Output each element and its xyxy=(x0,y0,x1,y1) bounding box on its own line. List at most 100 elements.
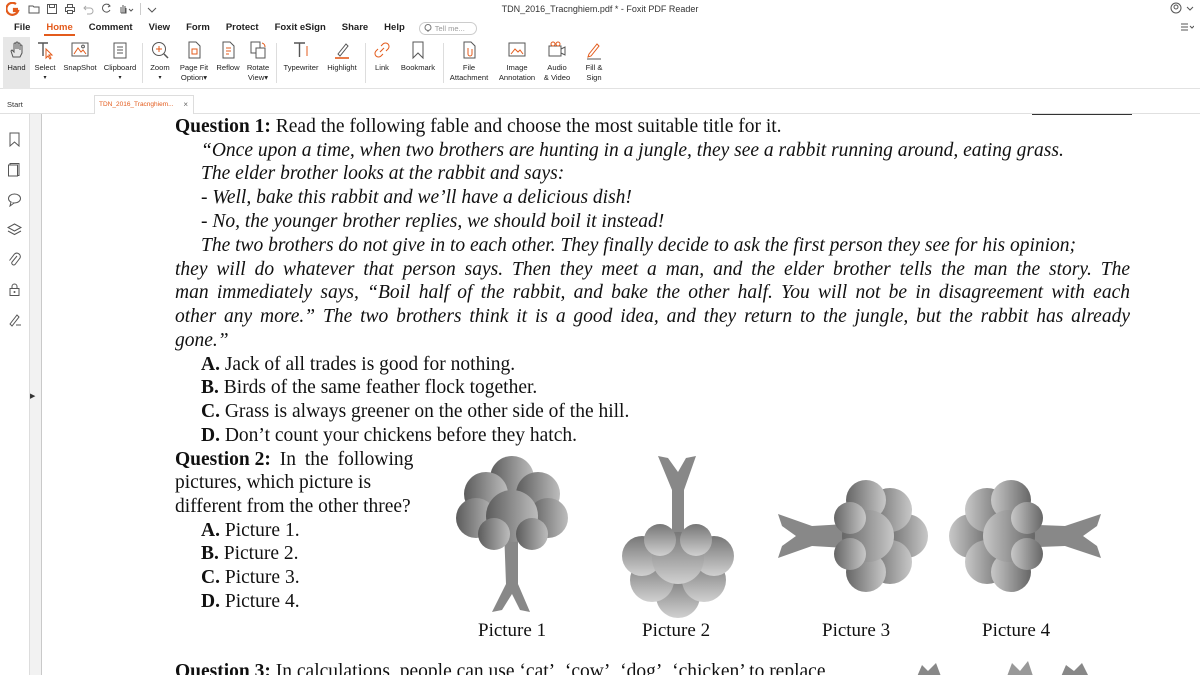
bookmark-button[interactable]: Bookmark xyxy=(397,37,439,89)
page-rule xyxy=(1032,114,1132,115)
q1-option-b-text: Birds of the same feather flock together… xyxy=(218,377,538,398)
hand-icon xyxy=(9,41,22,58)
menu-share[interactable]: Share xyxy=(334,19,376,37)
q2-option-d-letter: D. xyxy=(201,591,220,612)
hand-tool-button[interactable]: Hand xyxy=(3,37,30,89)
q2-option-d: D. Picture 4. xyxy=(201,590,300,613)
typewriter-button[interactable]: Typewriter xyxy=(281,37,321,89)
navigation-panel xyxy=(0,114,30,675)
tell-me-search[interactable]: Tell me... xyxy=(418,21,477,35)
layers-panel-icon[interactable] xyxy=(7,222,22,237)
q2-option-c-text: Picture 3. xyxy=(219,567,300,588)
menu-foxit-esign[interactable]: Foxit eSign xyxy=(267,19,334,37)
clipboard-icon xyxy=(113,42,127,59)
ribbon-separator xyxy=(443,43,444,83)
select-tool-button[interactable]: Select ▾ xyxy=(31,37,59,89)
picture-2-label: Picture 2 xyxy=(642,620,711,641)
fill-sign-label-2: Sign xyxy=(586,73,602,82)
file-attachment-button[interactable]: File Attachment xyxy=(446,37,492,89)
panel-splitter[interactable]: ▶ xyxy=(30,114,42,675)
q1-option-d: D. Don’t count your chickens before they… xyxy=(201,424,577,447)
menu-file[interactable]: File xyxy=(6,19,38,37)
image-annotation-button[interactable]: Image Annotation xyxy=(495,37,539,89)
highlight-button[interactable]: Highlight xyxy=(323,37,361,89)
question-2-text-1: In the following xyxy=(270,449,414,470)
audio-video-label-2: & Video xyxy=(543,73,571,82)
rotate-view-button[interactable]: Rotate View▾ xyxy=(244,37,272,89)
picture-4-label: Picture 4 xyxy=(982,620,1051,641)
tab-start[interactable]: Start xyxy=(0,95,92,114)
tree-picture-1 xyxy=(456,456,568,612)
q1-option-b-letter: B. xyxy=(201,377,219,398)
tree-picture-3 xyxy=(778,480,928,592)
page-fit-icon xyxy=(188,41,201,59)
security-panel-icon[interactable] xyxy=(7,282,22,297)
snapshot-icon xyxy=(71,42,89,57)
q2-option-b-letter: B. xyxy=(201,543,219,564)
menu-bar: File Home Comment View Form Protect Foxi… xyxy=(0,19,1200,37)
question-1: Question 1: Read the following fable and… xyxy=(175,115,782,138)
q1-option-c-text: Grass is always greener on the other sid… xyxy=(219,401,630,422)
page-fit-label-1: Page Fit xyxy=(179,63,209,72)
fable-line-9: gone.” xyxy=(175,330,229,351)
window-title: TDN_2016_Tracnghiem.pdf * - Foxit PDF Re… xyxy=(501,4,699,14)
lightbulb-icon xyxy=(424,23,432,31)
clipboard-button[interactable]: Clipboard ▾ xyxy=(100,37,140,89)
fable-line-3: - Well, bake this rabbit and we’ll have … xyxy=(201,187,632,208)
typewriter-label: Typewriter xyxy=(283,63,319,72)
menu-comment[interactable]: Comment xyxy=(81,19,141,37)
highlight-icon xyxy=(335,43,349,59)
clipboard-label: Clipboard xyxy=(103,63,137,72)
question-2-line-1: Question 2: In the following xyxy=(175,448,433,471)
title-right xyxy=(1170,2,1194,14)
page-fit-option-button[interactable]: Page Fit Option▾ xyxy=(176,37,212,89)
pages-panel-icon[interactable] xyxy=(7,162,22,177)
typewriter-icon xyxy=(294,42,308,57)
tab-document[interactable]: TDN_2016_Tracnghiem... × xyxy=(94,95,194,114)
signatures-panel-icon[interactable] xyxy=(7,312,22,327)
fill-sign-button[interactable]: Fill & Sign xyxy=(578,37,610,89)
question-2-line-3: different from the other three? xyxy=(175,496,411,517)
question-3: Question 3: In calculations, people can … xyxy=(175,660,825,675)
question-2-label: Question 2: xyxy=(175,449,271,470)
audio-video-icon xyxy=(548,41,566,57)
expand-panel-icon[interactable]: ▶ xyxy=(30,392,35,400)
page-fit-label-2: Option xyxy=(180,73,204,82)
attachments-panel-icon[interactable] xyxy=(7,252,22,267)
link-button[interactable]: Link xyxy=(370,37,394,89)
q1-option-b: B. Birds of the same feather flock toget… xyxy=(201,376,537,399)
tree-picture-2 xyxy=(622,456,734,618)
zoom-button[interactable]: Zoom ▾ xyxy=(147,37,173,89)
fill-sign-label-1: Fill & xyxy=(585,63,603,72)
comments-panel-icon[interactable] xyxy=(7,192,22,207)
menu-view[interactable]: View xyxy=(141,19,178,37)
bookmark-icon xyxy=(412,41,424,60)
fable-line-6: they will do whatever that person says. … xyxy=(175,259,1130,280)
image-annotation-icon xyxy=(508,42,526,57)
tree-pictures xyxy=(456,456,1101,618)
bookmark-panel-icon[interactable] xyxy=(7,132,22,147)
picture-3-label: Picture 3 xyxy=(822,620,891,641)
ribbon-options-icon[interactable] xyxy=(1180,22,1194,33)
fable-line-8: other any more.” The two brothers think … xyxy=(175,306,1130,327)
menu-protect[interactable]: Protect xyxy=(218,19,267,37)
menu-home[interactable]: Home xyxy=(38,19,80,37)
question-1-label: Question 1: xyxy=(175,116,271,137)
question-3-label: Question 3: xyxy=(175,661,271,675)
rotate-view-label-2: View xyxy=(247,73,265,82)
fable-line-1: “Once upon a time, when two brothers are… xyxy=(201,140,1064,161)
reflow-button[interactable]: Reflow xyxy=(213,37,243,89)
chevron-down-icon[interactable] xyxy=(1186,2,1194,14)
question-2-line-2: pictures, which picture is xyxy=(175,472,372,493)
menu-form[interactable]: Form xyxy=(178,19,218,37)
link-label: Link xyxy=(375,63,389,72)
fable-line-2: The elder brother looks at the rabbit an… xyxy=(201,163,565,184)
audio-video-button[interactable]: Audio & Video xyxy=(541,37,573,89)
audio-video-label-1: Audio xyxy=(547,63,567,72)
close-tab-icon[interactable]: × xyxy=(183,100,188,109)
snapshot-button[interactable]: SnapShot xyxy=(61,37,99,89)
zoom-label: Zoom xyxy=(150,63,170,72)
account-icon[interactable] xyxy=(1170,2,1182,14)
menu-help[interactable]: Help xyxy=(376,19,413,37)
zoom-icon xyxy=(152,42,169,59)
